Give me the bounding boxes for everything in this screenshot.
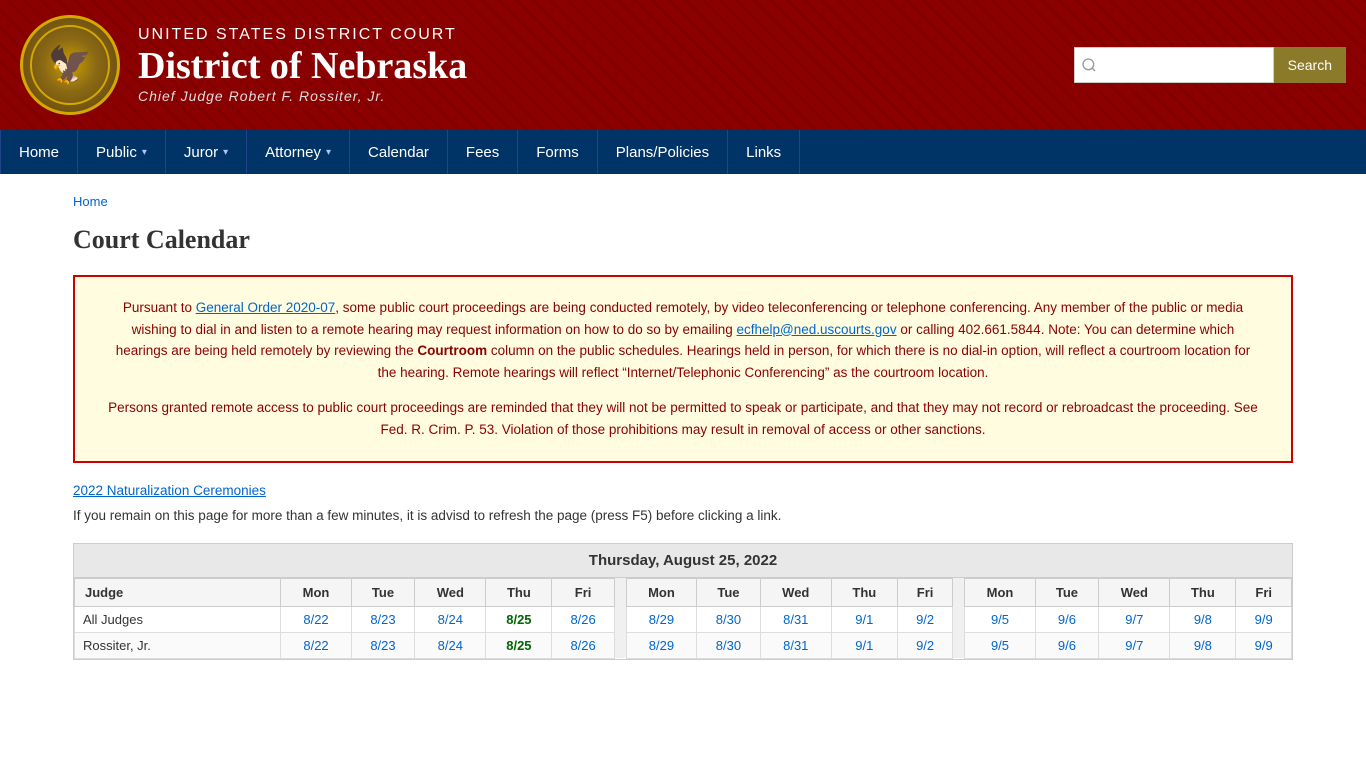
col-header-tue2: Tue: [697, 578, 761, 606]
date-cell[interactable]: 9/7: [1099, 632, 1170, 658]
date-cell[interactable]: 8/24: [415, 632, 486, 658]
col-separator-1: [614, 578, 626, 606]
date-cell[interactable]: 9/9: [1236, 632, 1292, 658]
nav-juror[interactable]: Juror ▾: [166, 130, 247, 174]
nav-public[interactable]: Public ▾: [78, 130, 166, 174]
date-cell[interactable]: 9/9: [1236, 606, 1292, 632]
date-cell[interactable]: 9/7: [1099, 606, 1170, 632]
judge-name-cell: Rossiter, Jr.: [75, 632, 281, 658]
general-order-link[interactable]: General Order 2020-07: [196, 300, 336, 315]
seal-icon: 🦅: [30, 25, 110, 105]
date-cell[interactable]: 9/8: [1170, 632, 1236, 658]
date-cell[interactable]: 9/5: [965, 632, 1035, 658]
date-cell[interactable]: 8/25: [486, 606, 552, 632]
search-input[interactable]: [1074, 47, 1274, 83]
page-title: Court Calendar: [73, 225, 1293, 255]
chevron-down-icon: ▾: [326, 147, 331, 158]
col-header-mon3: Mon: [965, 578, 1035, 606]
date-cell[interactable]: 8/31: [760, 606, 831, 632]
date-cell[interactable]: 8/26: [552, 632, 614, 658]
col-header-mon2: Mon: [626, 578, 696, 606]
search-button[interactable]: Search: [1274, 47, 1346, 83]
date-cell[interactable]: 9/6: [1035, 632, 1099, 658]
date-cell[interactable]: 9/1: [831, 606, 897, 632]
col-header-wed2: Wed: [760, 578, 831, 606]
col-header-thu3: Thu: [1170, 578, 1236, 606]
col-header-wed1: Wed: [415, 578, 486, 606]
row-separator: [614, 606, 626, 632]
table-row: All Judges8/228/238/248/258/26 8/298/308/…: [75, 606, 1292, 632]
site-header: 🦅 UNITED STATES DISTRICT COURT District …: [0, 0, 1366, 130]
refresh-note: If you remain on this page for more than…: [73, 508, 1293, 523]
col-header-tue1: Tue: [351, 578, 415, 606]
row-separator: [953, 606, 965, 632]
date-cell[interactable]: 9/1: [831, 632, 897, 658]
court-seal: 🦅: [20, 15, 120, 115]
nav-home[interactable]: Home: [0, 130, 78, 174]
nav-attorney[interactable]: Attorney ▾: [247, 130, 350, 174]
date-cell[interactable]: 9/2: [897, 606, 952, 632]
date-cell[interactable]: 9/8: [1170, 606, 1236, 632]
header-text: UNITED STATES DISTRICT COURT District of…: [138, 26, 467, 104]
chevron-down-icon: ▾: [223, 147, 228, 158]
breadcrumb: Home: [73, 194, 1293, 209]
header-left: 🦅 UNITED STATES DISTRICT COURT District …: [20, 15, 467, 115]
date-cell[interactable]: 8/24: [415, 606, 486, 632]
notice-box: Pursuant to General Order 2020-07, some …: [73, 275, 1293, 463]
date-cell[interactable]: 8/23: [351, 606, 415, 632]
nav-fees[interactable]: Fees: [448, 130, 518, 174]
col-header-fri2: Fri: [897, 578, 952, 606]
calendar-table: Judge Mon Tue Wed Thu Fri Mon Tue Wed Th…: [74, 578, 1292, 659]
col-header-fri1: Fri: [552, 578, 614, 606]
row-separator: [953, 632, 965, 658]
judge-name-cell: All Judges: [75, 606, 281, 632]
calendar-body: All Judges8/228/238/248/258/268/298/308/…: [75, 606, 1292, 658]
row-separator: [614, 632, 626, 658]
date-cell[interactable]: 9/5: [965, 606, 1035, 632]
col-header-judge: Judge: [75, 578, 281, 606]
notice-paragraph-1: Pursuant to General Order 2020-07, some …: [105, 297, 1261, 383]
date-cell[interactable]: 8/25: [486, 632, 552, 658]
date-cell[interactable]: 8/30: [697, 606, 761, 632]
date-cell[interactable]: 9/2: [897, 632, 952, 658]
col-header-tue3: Tue: [1035, 578, 1099, 606]
col-header-wed3: Wed: [1099, 578, 1170, 606]
date-cell[interactable]: 8/22: [281, 606, 351, 632]
court-name-small: UNITED STATES DISTRICT COURT: [138, 26, 467, 44]
main-nav: Home Public ▾ Juror ▾ Attorney ▾ Calenda…: [0, 130, 1366, 174]
col-header-mon1: Mon: [281, 578, 351, 606]
chief-judge-text: Chief Judge Robert F. Rossiter, Jr.: [138, 88, 467, 104]
search-area: Search: [1074, 47, 1346, 83]
nav-links[interactable]: Links: [728, 130, 800, 174]
calendar-header-row: Judge Mon Tue Wed Thu Fri Mon Tue Wed Th…: [75, 578, 1292, 606]
date-cell[interactable]: 8/29: [626, 606, 696, 632]
col-header-thu1: Thu: [486, 578, 552, 606]
date-cell[interactable]: 9/6: [1035, 606, 1099, 632]
col-separator-2: [953, 578, 965, 606]
nav-forms[interactable]: Forms: [518, 130, 598, 174]
naturalization-link[interactable]: 2022 Naturalization Ceremonies: [73, 483, 1293, 498]
date-cell[interactable]: 8/29: [626, 632, 696, 658]
date-cell[interactable]: 8/31: [760, 632, 831, 658]
breadcrumb-home-link[interactable]: Home: [73, 194, 108, 209]
chevron-down-icon: ▾: [142, 147, 147, 158]
main-content: Home Court Calendar Pursuant to General …: [43, 174, 1323, 680]
col-header-thu2: Thu: [831, 578, 897, 606]
email-link[interactable]: ecfhelp@ned.uscourts.gov: [737, 322, 897, 337]
calendar-wrapper: Thursday, August 25, 2022 Judge Mon Tue …: [73, 543, 1293, 660]
col-header-fri3: Fri: [1236, 578, 1292, 606]
calendar-title: Thursday, August 25, 2022: [74, 544, 1292, 578]
date-cell[interactable]: 8/26: [552, 606, 614, 632]
date-cell[interactable]: 8/22: [281, 632, 351, 658]
notice-paragraph-2: Persons granted remote access to public …: [105, 397, 1261, 440]
table-row: Rossiter, Jr.8/228/238/248/258/268/298/3…: [75, 632, 1292, 658]
nav-calendar[interactable]: Calendar: [350, 130, 448, 174]
nav-plans-policies[interactable]: Plans/Policies: [598, 130, 728, 174]
court-name-large: District of Nebraska: [138, 44, 467, 88]
date-cell[interactable]: 8/23: [351, 632, 415, 658]
date-cell[interactable]: 8/30: [697, 632, 761, 658]
